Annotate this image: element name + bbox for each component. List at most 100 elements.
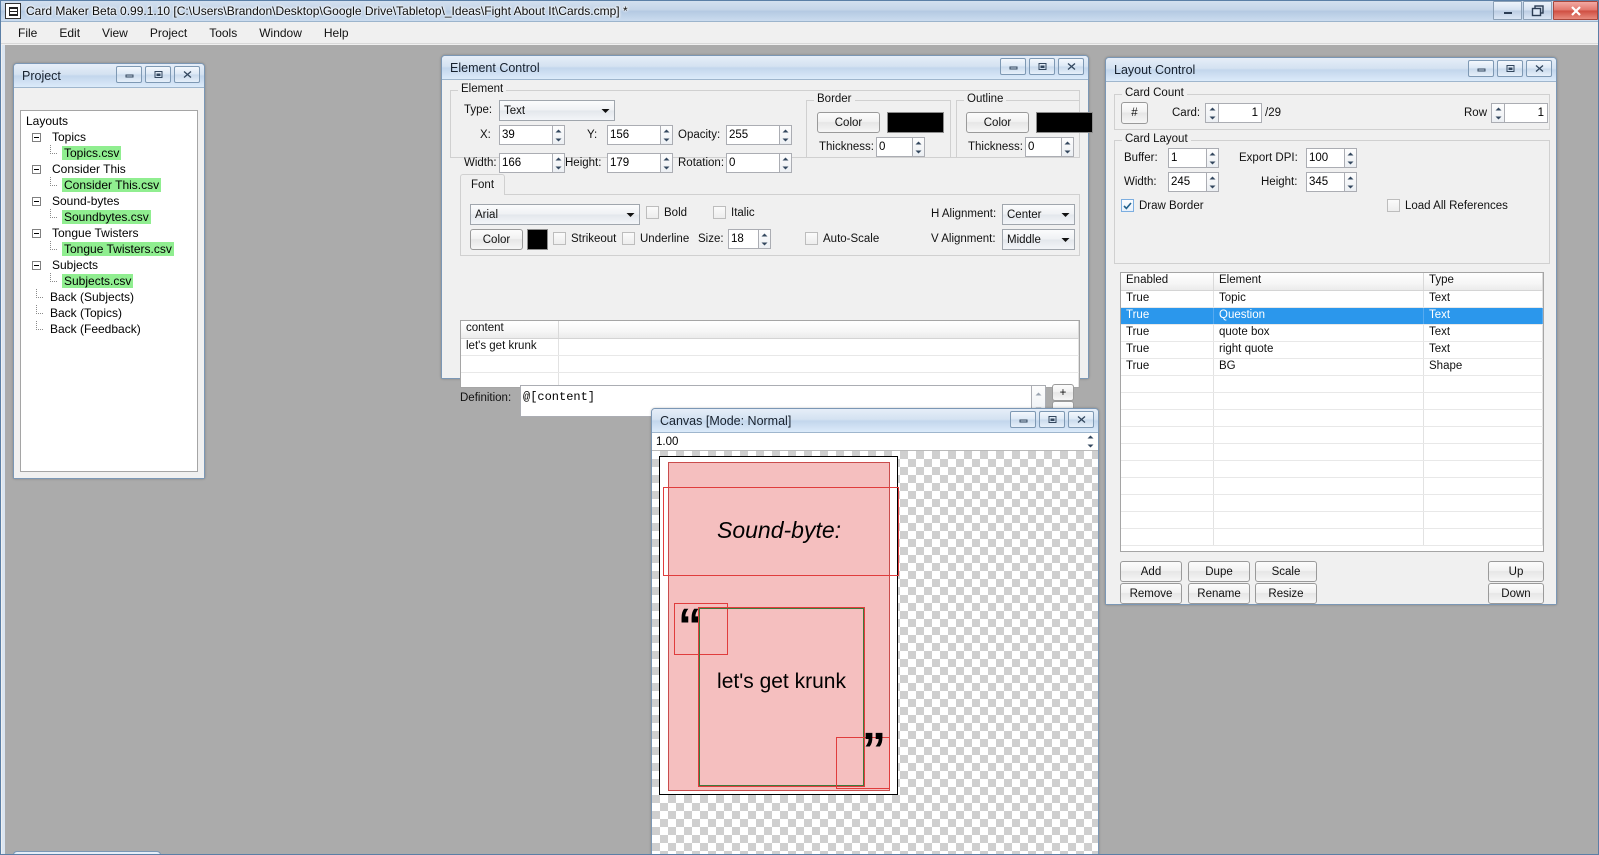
chevron-up-icon[interactable] bbox=[1207, 173, 1218, 182]
close-icon[interactable] bbox=[1058, 58, 1084, 75]
column-header-enabled[interactable]: Enabled bbox=[1121, 273, 1214, 290]
maximize-icon[interactable] bbox=[1029, 58, 1055, 75]
menu-item-project[interactable]: Project bbox=[139, 23, 198, 43]
underline-checkbox[interactable]: Underline bbox=[622, 232, 689, 245]
chevron-down-icon[interactable] bbox=[1084, 442, 1097, 452]
move-up-button[interactable]: Up bbox=[1488, 561, 1544, 582]
zoom-stepper[interactable] bbox=[1084, 432, 1097, 451]
table-row[interactable]: True Question Text bbox=[1121, 308, 1543, 325]
chevron-up-icon[interactable] bbox=[1032, 386, 1045, 401]
dupe-button[interactable]: Dupe bbox=[1188, 561, 1250, 582]
content-grid-cell[interactable]: let's get krunk bbox=[461, 339, 559, 355]
font-size-stepper[interactable] bbox=[758, 229, 771, 249]
menu-item-tools[interactable]: Tools bbox=[198, 23, 248, 43]
x-stepper[interactable] bbox=[552, 125, 565, 145]
export-dpi-stepper[interactable] bbox=[1344, 148, 1357, 168]
minimize-icon[interactable] bbox=[116, 66, 142, 83]
card-height-stepper[interactable] bbox=[1344, 172, 1357, 192]
minimize-icon[interactable] bbox=[1468, 60, 1494, 77]
content-grid-cell[interactable] bbox=[559, 356, 1079, 372]
maximize-icon[interactable] bbox=[1039, 411, 1065, 428]
width-input[interactable]: 166 bbox=[499, 153, 556, 173]
cell-element[interactable]: right quote bbox=[1214, 342, 1424, 358]
chevron-up-icon[interactable] bbox=[661, 126, 672, 135]
y-input[interactable]: 156 bbox=[607, 125, 664, 145]
outline-thickness-stepper[interactable] bbox=[1061, 137, 1074, 157]
chevron-down-icon[interactable] bbox=[1206, 113, 1218, 122]
cell-type[interactable]: Text bbox=[1424, 342, 1543, 358]
scale-button[interactable]: Scale bbox=[1255, 561, 1317, 582]
strikeout-checkbox[interactable]: Strikeout bbox=[553, 232, 616, 245]
close-icon[interactable] bbox=[1553, 1, 1598, 20]
tree-item-topics-csv[interactable]: Topics.csv bbox=[24, 145, 197, 161]
content-grid[interactable]: content let's get krunk bbox=[460, 320, 1080, 388]
menu-item-view[interactable]: View bbox=[91, 23, 139, 43]
opacity-input[interactable]: 255 bbox=[726, 125, 783, 145]
menu-item-help[interactable]: Help bbox=[313, 23, 360, 43]
log-window[interactable]: Log bbox=[13, 851, 161, 854]
chevron-down-icon[interactable] bbox=[759, 239, 770, 248]
cell-enabled[interactable]: True bbox=[1121, 325, 1214, 341]
tab-font[interactable]: Font bbox=[460, 174, 506, 195]
chevron-down-icon[interactable] bbox=[780, 135, 791, 144]
width-stepper[interactable] bbox=[552, 153, 565, 173]
cell-enabled[interactable]: True bbox=[1121, 359, 1214, 375]
border-color-swatch[interactable] bbox=[887, 112, 944, 133]
collapse-icon[interactable] bbox=[32, 228, 41, 238]
minimize-icon[interactable] bbox=[1000, 58, 1026, 75]
tree-item-back-topics[interactable]: Back (Topics) bbox=[24, 305, 197, 321]
chevron-down-icon[interactable] bbox=[1207, 158, 1218, 167]
cell-element[interactable]: BG bbox=[1214, 359, 1424, 375]
chevron-up-icon[interactable] bbox=[1492, 104, 1504, 113]
card-width-input[interactable]: 245 bbox=[1168, 172, 1210, 192]
chevron-up-icon[interactable] bbox=[1062, 138, 1073, 147]
cell-type[interactable]: Shape bbox=[1424, 359, 1543, 375]
chevron-up-icon[interactable] bbox=[780, 126, 791, 135]
collapse-icon[interactable] bbox=[32, 164, 41, 174]
chevron-down-icon[interactable] bbox=[661, 135, 672, 144]
outline-color-swatch[interactable] bbox=[1036, 112, 1093, 133]
close-icon[interactable] bbox=[1068, 411, 1094, 428]
rotation-stepper[interactable] bbox=[779, 153, 792, 173]
opacity-stepper[interactable] bbox=[779, 125, 792, 145]
chevron-down-icon[interactable] bbox=[1207, 182, 1218, 191]
tree-item-tongue-twisters-csv[interactable]: Tongue Twisters.csv bbox=[24, 241, 197, 257]
tree-item-sound-bytes[interactable]: Sound-bytes bbox=[24, 193, 197, 209]
menu-item-edit[interactable]: Edit bbox=[48, 23, 91, 43]
chevron-down-icon[interactable] bbox=[1062, 147, 1073, 156]
card-input[interactable]: 1 bbox=[1218, 103, 1262, 123]
auto-scale-checkbox[interactable]: Auto-Scale bbox=[805, 232, 879, 245]
tree-item-soundbytes-csv[interactable]: Soundbytes.csv bbox=[24, 209, 197, 225]
font-size-input[interactable]: 18 bbox=[728, 229, 762, 249]
chevron-down-icon[interactable] bbox=[780, 163, 791, 172]
element-list-grid[interactable]: Enabled Element Type True Topic Text Tru… bbox=[1120, 272, 1544, 552]
cell-enabled[interactable]: True bbox=[1121, 291, 1214, 307]
cell-element[interactable]: quote box bbox=[1214, 325, 1424, 341]
column-header-type[interactable]: Type bbox=[1424, 273, 1543, 290]
tree-item-consider-this[interactable]: Consider This bbox=[24, 161, 197, 177]
card-width-stepper[interactable] bbox=[1206, 172, 1219, 192]
chevron-up-icon[interactable] bbox=[661, 154, 672, 163]
minimize-icon[interactable] bbox=[1010, 411, 1036, 428]
chevron-down-icon[interactable] bbox=[1492, 113, 1504, 122]
table-row[interactable] bbox=[461, 356, 1079, 373]
chevron-up-icon[interactable] bbox=[759, 230, 770, 239]
h-alignment-select[interactable]: Center bbox=[1002, 204, 1075, 225]
card-preview[interactable]: Sound-byte: “ let's get krunk ” bbox=[659, 456, 899, 795]
rotation-input[interactable]: 0 bbox=[726, 153, 783, 173]
restore-icon[interactable] bbox=[1523, 1, 1552, 20]
chevron-down-icon[interactable] bbox=[661, 163, 672, 172]
project-tree[interactable]: Layouts Topics Topics.csv Consider This … bbox=[20, 110, 198, 472]
font-color-button[interactable]: Color bbox=[470, 229, 523, 250]
chevron-up-icon[interactable] bbox=[780, 154, 791, 163]
chevron-up-icon[interactable] bbox=[1206, 104, 1218, 113]
chevron-up-icon[interactable] bbox=[1345, 173, 1356, 182]
type-select[interactable]: Text bbox=[499, 100, 615, 121]
buffer-stepper[interactable] bbox=[1206, 148, 1219, 168]
row-input[interactable]: 1 bbox=[1504, 103, 1548, 123]
chevron-down-icon[interactable] bbox=[553, 135, 564, 144]
card-stepper[interactable] bbox=[1205, 103, 1218, 123]
resize-button[interactable]: Resize bbox=[1255, 583, 1317, 604]
chevron-up-icon[interactable] bbox=[1207, 149, 1218, 158]
x-input[interactable]: 39 bbox=[499, 125, 556, 145]
